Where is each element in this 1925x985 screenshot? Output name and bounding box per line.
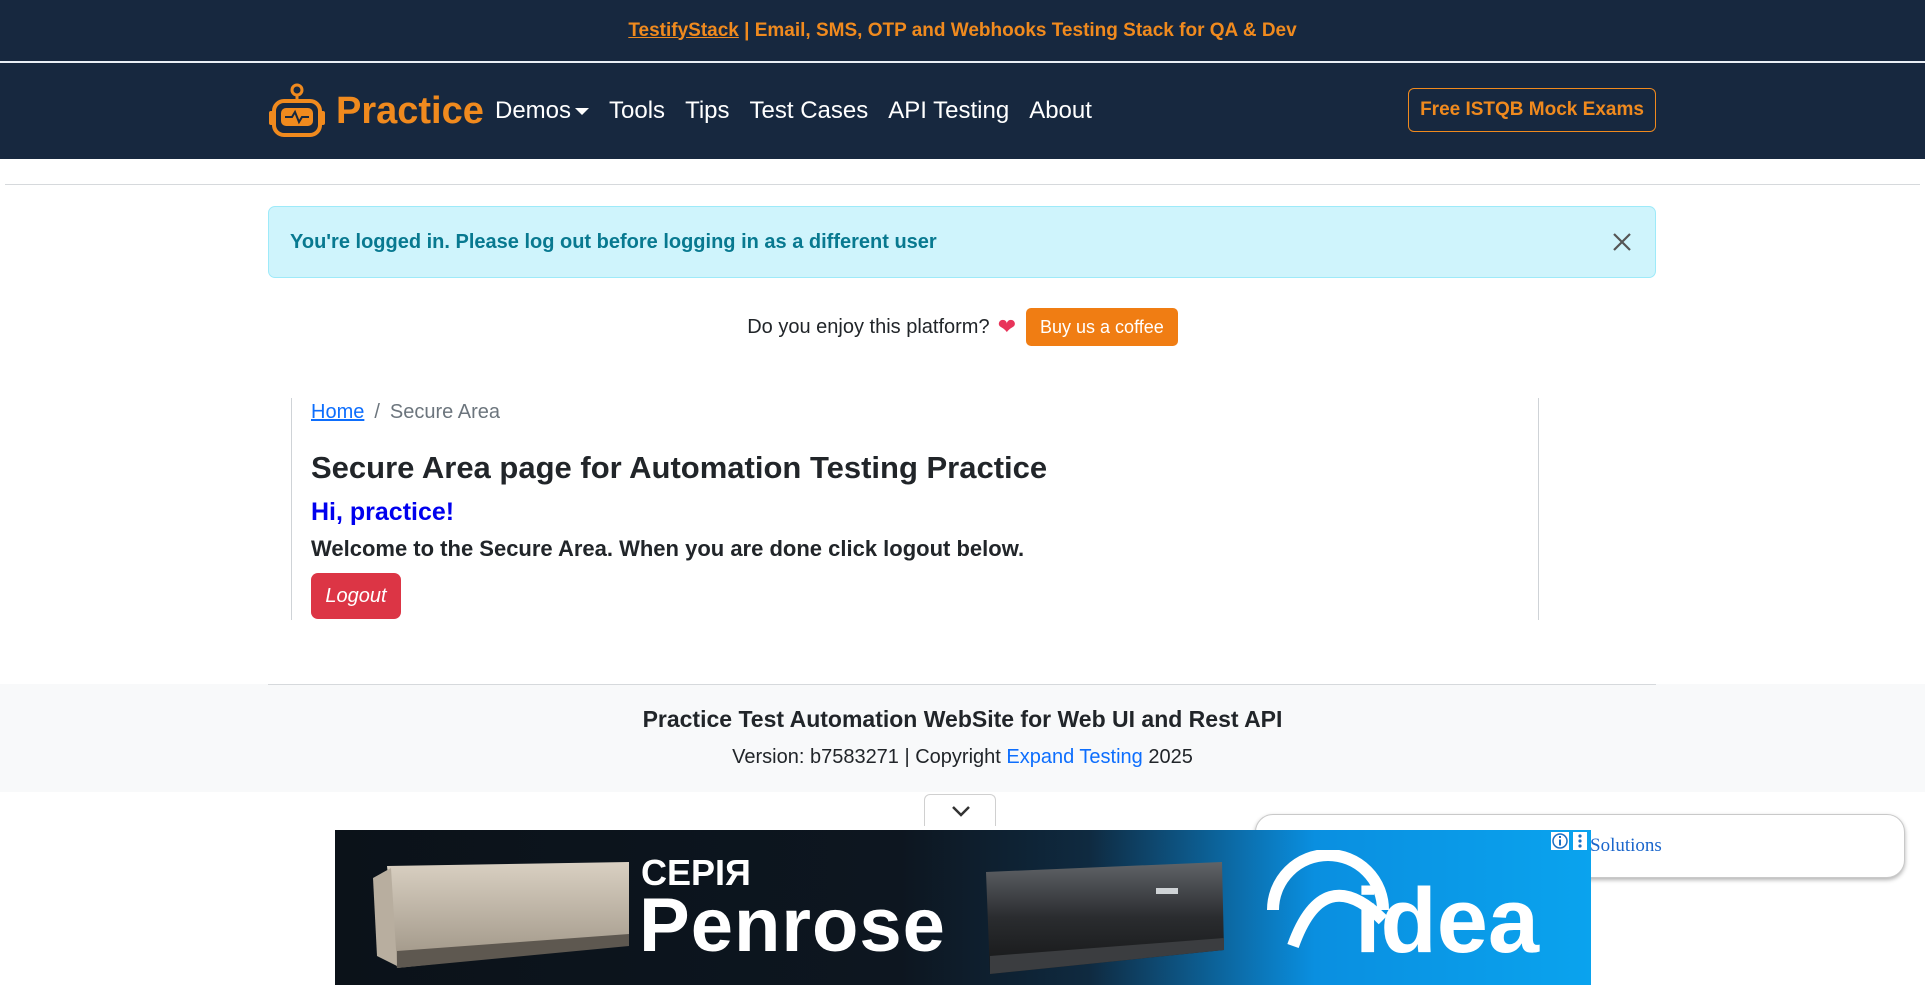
ad-model-name: Penrose — [639, 883, 946, 968]
istqb-mock-exams-button[interactable]: Free ISTQB Mock Exams — [1408, 88, 1656, 132]
nav-api-testing[interactable]: API Testing — [888, 97, 1009, 125]
more-options-icon[interactable] — [1573, 832, 1587, 850]
ad-choices[interactable] — [1551, 832, 1591, 854]
testifystack-link[interactable]: TestifyStack — [628, 20, 739, 42]
promo-banner: TestifyStack | Email, SMS, OTP and Webho… — [0, 0, 1925, 63]
footer-year: 2025 — [1142, 746, 1193, 768]
page-title: Secure Area page for Automation Testing … — [311, 450, 1048, 485]
nav-demos-dropdown[interactable]: Demos — [495, 97, 590, 125]
expand-testing-link[interactable]: Expand Testing — [1006, 746, 1142, 768]
nav-tips[interactable]: Tips — [685, 97, 729, 125]
heart-icon: ❤ — [997, 314, 1017, 339]
greeting: Hi, practice! — [311, 498, 455, 526]
midea-logo-icon: idea — [1267, 850, 1540, 970]
ad-collapse-toggle[interactable] — [924, 794, 996, 826]
nav-test-cases[interactable]: Test Cases — [750, 97, 869, 125]
nav-menu: Demos Tools Tips Test Cases API Testing … — [495, 63, 1092, 159]
brand-logo-link[interactable]: Practice — [268, 83, 484, 139]
air-conditioner-dark-image — [986, 862, 1224, 974]
info-icon[interactable] — [1551, 832, 1569, 850]
close-icon[interactable] — [1607, 227, 1637, 257]
caret-down-icon — [575, 108, 590, 116]
footer-version-text: Version: b7583271 | Copyright — [732, 746, 1007, 768]
buy-coffee-button[interactable]: Buy us a coffee — [1026, 308, 1178, 346]
secure-area-panel: Home / Secure Area Secure Area page for Au… — [291, 398, 1539, 620]
nav-demos-label: Demos — [495, 97, 572, 124]
alert-message: You're logged in. Please log out before … — [290, 230, 937, 253]
main-navbar: Practice Demos Tools Tips Test Cases API… — [0, 63, 1925, 159]
air-conditioner-image — [373, 862, 629, 968]
nav-about[interactable]: About — [1029, 97, 1092, 125]
breadcrumb-current: Secure Area — [389, 401, 500, 423]
logged-in-alert: You're logged in. Please log out before … — [268, 206, 1656, 278]
side-ad-text: Solutions — [1590, 835, 1662, 856]
chevron-down-icon — [952, 806, 970, 817]
nav-tools[interactable]: Tools — [609, 97, 665, 125]
support-row: Do you enjoy this platform? ❤ Buy us a c… — [0, 306, 1925, 348]
logout-button[interactable]: Logout — [311, 573, 401, 619]
support-question: Do you enjoy this platform? — [747, 315, 990, 338]
breadcrumb-separator: / — [374, 401, 380, 423]
divider — [5, 184, 1920, 185]
footer-version: Version: b7583271 | Copyright Expand Tes… — [0, 746, 1925, 769]
promo-tagline: | Email, SMS, OTP and Webhooks Testing S… — [738, 19, 1297, 41]
ad-banner[interactable]: СЕРІЯ Penrose idea — [335, 830, 1591, 985]
robot-logo-icon — [269, 83, 325, 137]
welcome-message: Welcome to the Secure Area. When you are… — [311, 536, 1025, 561]
footer-title: Practice Test Automation WebSite for Web… — [642, 706, 1283, 732]
breadcrumb: Home / Secure Area — [311, 401, 500, 424]
brand-name: Practice — [336, 89, 484, 132]
footer: Practice Test Automation WebSite for Web… — [0, 684, 1925, 792]
footer-divider — [268, 684, 1656, 685]
midea-logo-text: idea — [1355, 870, 1540, 970]
breadcrumb-home-link[interactable]: Home — [311, 401, 364, 423]
